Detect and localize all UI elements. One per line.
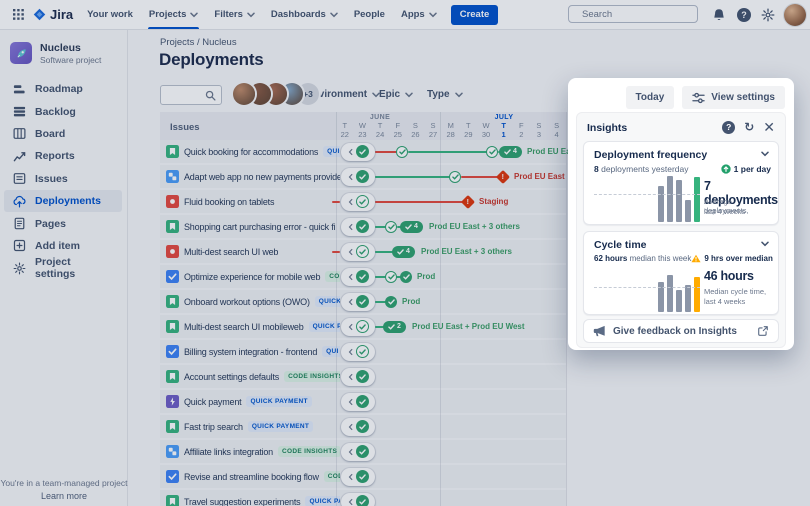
insights-title: Insights (587, 122, 627, 134)
median-this-week: 62 hours median this week (594, 254, 691, 263)
give-feedback-button[interactable]: Give feedback on Insights (583, 319, 779, 343)
close-icon[interactable]: ✕ (763, 120, 775, 134)
chart-bar (667, 275, 673, 312)
rate-per-day: 1 per day (721, 164, 771, 174)
cycle-time-title: Cycle time (594, 239, 647, 251)
insights-help-icon[interactable]: ? (722, 121, 735, 134)
cycle-time-value: 46 hours (704, 269, 754, 283)
over-median: 9 hrs over median (691, 254, 772, 263)
jira-app: Jira Your workProjectsFiltersDashboardsP… (0, 0, 810, 506)
chart-bar (658, 186, 664, 222)
chart-bar (685, 200, 691, 222)
today-button[interactable]: Today (626, 86, 675, 109)
refresh-icon[interactable]: ↻ (744, 120, 754, 134)
chart-bar (676, 180, 682, 222)
chart-bar (694, 277, 700, 312)
deployments-yesterday: 8 deployments yesterday (594, 164, 689, 174)
external-link-icon (757, 325, 769, 337)
cycle-time-chart (594, 266, 700, 312)
insights-spotlight: Today View settings Insights ? ↻ ✕ Deplo… (568, 78, 794, 350)
cycle-time-card: Cycle time 62 hours median this week 9 h… (583, 231, 779, 315)
warning-icon (691, 254, 701, 263)
median-dashed-line (594, 194, 700, 195)
trend-up-icon (721, 164, 731, 174)
deployment-frequency-title: Deployment frequency (594, 149, 707, 161)
median-dashed-line (594, 287, 700, 288)
sliders-icon (692, 92, 705, 104)
chevron-down-icon[interactable] (761, 151, 769, 157)
deployment-frequency-card: Deployment frequency 8 deployments yeste… (583, 141, 779, 225)
view-settings-button[interactable]: View settings (682, 86, 785, 109)
chart-bar (676, 290, 682, 312)
megaphone-icon (593, 325, 606, 337)
deployment-frequency-chart (594, 176, 700, 222)
insights-panel: Insights ? ↻ ✕ Deployment frequency 8 de… (576, 112, 786, 348)
chart-bar (685, 285, 691, 312)
chart-bar (667, 176, 673, 222)
chart-bar (694, 177, 700, 222)
chevron-down-icon[interactable] (761, 241, 769, 247)
